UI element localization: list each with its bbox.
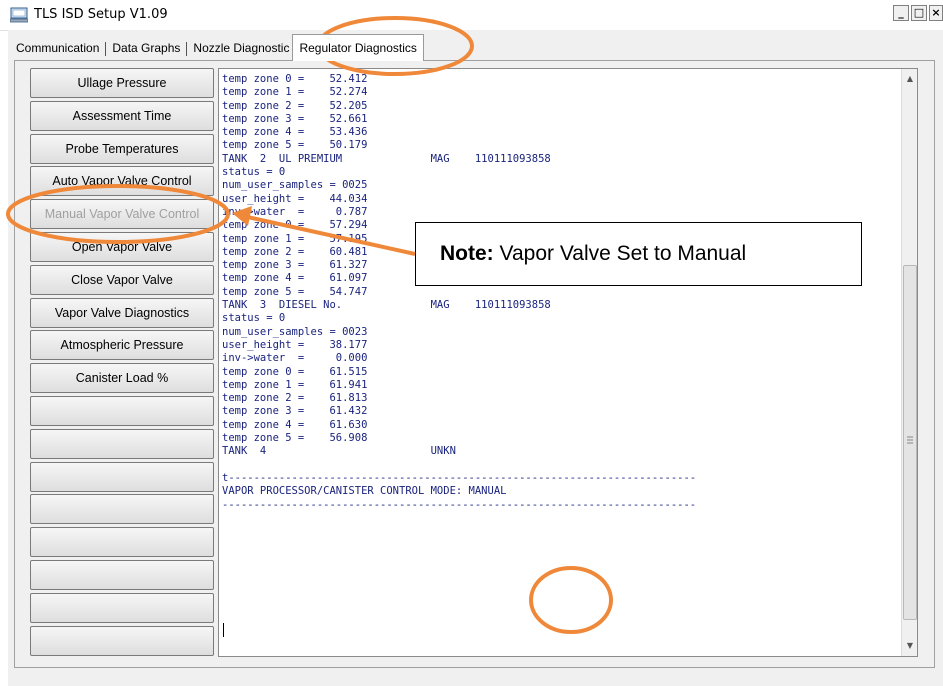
- tab-separator: [186, 42, 188, 56]
- output-line: TANK 3 DIESEL No. MAG 110111093858: [222, 299, 551, 312]
- command-button-column: Ullage Pressure Assessment Time Probe Te…: [30, 68, 214, 658]
- note-text: Vapor Valve Set to Manual: [493, 242, 747, 265]
- probe-temperatures-button[interactable]: Probe Temperatures: [30, 133, 214, 164]
- ullage-pressure-button[interactable]: Ullage Pressure: [30, 68, 214, 98]
- blank-command-button[interactable]: [30, 559, 214, 590]
- output-line: t---------------------------------------…: [222, 471, 697, 484]
- maximize-button[interactable]: □: [911, 5, 927, 21]
- vapor-valve-diagnostics-button[interactable]: Vapor Valve Diagnostics: [30, 297, 214, 328]
- output-line: temp zone 2 = 61.813: [222, 392, 368, 405]
- output-line: temp zone 5 = 50.179: [222, 139, 368, 152]
- output-line: temp zone 2 = 52.205: [222, 99, 368, 112]
- output-line: temp zone 3 = 52.661: [222, 112, 368, 125]
- output-line: temp zone 3 = 61.432: [222, 405, 368, 418]
- output-line: status = 0: [222, 166, 286, 179]
- output-line: temp zone 1 = 52.274: [222, 86, 368, 99]
- scroll-up-arrow-icon[interactable]: ▲: [902, 71, 917, 87]
- output-line: status = 0: [222, 312, 286, 325]
- tab-nozzle-diagnostic[interactable]: Nozzle Diagnostic: [190, 38, 292, 58]
- diagnostic-output-textarea[interactable]: temp zone 0 = 52.412 temp zone 1 = 52.27…: [218, 68, 918, 657]
- tab-separator: [105, 42, 107, 56]
- blank-command-button[interactable]: [30, 395, 214, 426]
- output-line: temp zone 0 = 61.515: [222, 365, 368, 378]
- blank-command-button[interactable]: [30, 494, 214, 525]
- output-line: user_height = 38.177: [222, 338, 368, 351]
- output-line: TANK 2 UL PREMIUM MAG 110111093858: [222, 152, 551, 165]
- output-line: temp zone 1 = 57.195: [222, 232, 368, 245]
- output-line: temp zone 3 = 61.327: [222, 259, 368, 272]
- output-line: temp zone 4 = 53.436: [222, 126, 368, 139]
- blank-command-button[interactable]: [30, 592, 214, 623]
- tab-regulator-diagnostics[interactable]: Regulator Diagnostics: [292, 34, 424, 61]
- output-line: temp zone 4 = 61.630: [222, 418, 368, 431]
- annotation-note: Note: Vapor Valve Set to Manual: [415, 222, 862, 286]
- blank-command-button[interactable]: [30, 461, 214, 492]
- text-caret: [223, 623, 224, 637]
- output-line: temp zone 0 = 52.412: [222, 73, 368, 85]
- close-button[interactable]: ×: [929, 5, 943, 21]
- output-line: num_user_samples = 0025: [222, 179, 368, 192]
- app-computer-icon: [10, 7, 28, 23]
- output-line: inv->water = 0.787: [222, 205, 368, 218]
- output-text: temp zone 0 = 52.412 temp zone 1 = 52.27…: [222, 73, 696, 512]
- output-line: ----------------------------------------…: [222, 498, 697, 511]
- grip-icon: [907, 436, 913, 444]
- tab-strip: Communication Data Graphs Nozzle Diagnosti…: [13, 34, 424, 61]
- assessment-time-button[interactable]: Assessment Time: [30, 100, 214, 131]
- minimize-button[interactable]: _: [893, 5, 909, 21]
- close-vapor-valve-button[interactable]: Close Vapor Valve: [30, 264, 214, 295]
- control-mode-line: VAPOR PROCESSOR/CANISTER CONTROL MODE: M…: [222, 485, 507, 498]
- output-line: temp zone 5 = 54.747: [222, 285, 368, 298]
- blank-command-button[interactable]: [30, 625, 214, 656]
- blank-command-button[interactable]: [30, 428, 214, 459]
- output-line: temp zone 0 = 57.294: [222, 219, 368, 232]
- output-line: temp zone 1 = 61.941: [222, 378, 368, 391]
- auto-vapor-valve-control-button[interactable]: Auto Vapor Valve Control: [30, 166, 214, 197]
- vertical-scrollbar[interactable]: ▲ ▼: [901, 69, 917, 656]
- tab-data-graphs[interactable]: Data Graphs: [109, 38, 183, 58]
- output-line: inv->water = 0.000: [222, 352, 368, 365]
- blank-command-button[interactable]: [30, 527, 214, 558]
- manual-vapor-valve-control-button[interactable]: Manual Vapor Valve Control: [30, 199, 214, 230]
- scroll-thumb[interactable]: [903, 265, 917, 620]
- window-title: TLS ISD Setup V1.09: [34, 7, 168, 22]
- output-line: user_height = 44.034: [222, 192, 368, 205]
- atmospheric-pressure-button[interactable]: Atmospheric Pressure: [30, 330, 214, 361]
- output-line: TANK 4 UNKN: [222, 445, 456, 458]
- output-line: temp zone 2 = 60.481: [222, 245, 368, 258]
- note-label: Note:: [440, 242, 494, 265]
- canister-load-button[interactable]: Canister Load %: [30, 363, 214, 394]
- open-vapor-valve-button[interactable]: Open Vapor Valve: [30, 231, 214, 262]
- output-line: num_user_samples = 0023: [222, 325, 368, 338]
- scroll-down-arrow-icon[interactable]: ▼: [902, 638, 917, 654]
- output-line: temp zone 4 = 61.097: [222, 272, 368, 285]
- tab-communication[interactable]: Communication: [13, 38, 102, 58]
- output-line: temp zone 5 = 56.908: [222, 432, 368, 445]
- title-bar: TLS ISD Setup V1.09 _ □ ×: [0, 0, 943, 31]
